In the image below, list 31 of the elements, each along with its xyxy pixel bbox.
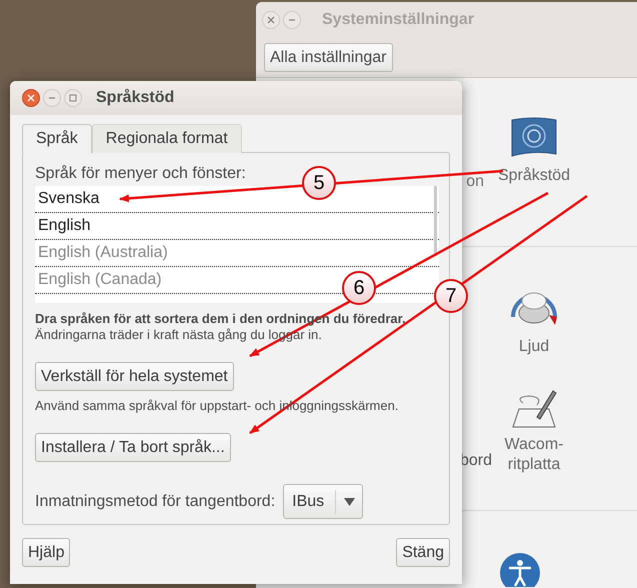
all-settings-button[interactable]: Alla inställningar (264, 43, 393, 72)
item-label: Ljud (518, 337, 550, 357)
apply-system-wide-button[interactable]: Verkställ för hela systemet (35, 362, 234, 391)
input-method-dropdown[interactable]: IBus (283, 484, 364, 519)
tab[interactable]: Språk (22, 124, 92, 153)
scrollbar[interactable] (434, 186, 437, 256)
accessibility-icon (500, 553, 540, 587)
item-label: Wacom-ritplatta (504, 435, 564, 475)
install-remove-languages-button[interactable]: Installera / Ta bort språk... (35, 433, 231, 462)
dropdown-caret-icon (344, 498, 356, 506)
settings-item[interactable] (500, 553, 540, 587)
item-label: on (466, 172, 484, 192)
close-dialog-button[interactable]: Stäng (396, 538, 450, 567)
close-icon (27, 94, 35, 102)
help-button[interactable]: Hjälp (22, 538, 70, 567)
maximize-icon (69, 94, 77, 102)
window-title: Systeminställningar (322, 10, 474, 30)
settings-item[interactable]: Wacom-ritplatta (494, 359, 574, 475)
tab[interactable]: Regionala format (92, 124, 242, 153)
window-title: Språkstöd (96, 88, 174, 108)
close-button[interactable] (22, 89, 40, 107)
list-label: Språk för menyer och fönster: (35, 165, 246, 183)
language-name[interactable]: English (38, 214, 90, 238)
maximize-button[interactable] (64, 89, 82, 107)
settings-item[interactable]: Ljud (509, 247, 559, 359)
close-button[interactable] (262, 11, 280, 29)
close-icon (267, 16, 275, 24)
settings-item[interactable]: Språkstöd (494, 78, 574, 246)
language-name[interactable]: Svenska (38, 187, 100, 211)
input-method-label: Inmatningsmetod för tangentbord: (35, 492, 276, 512)
item-label: Språkstöd (498, 166, 570, 186)
